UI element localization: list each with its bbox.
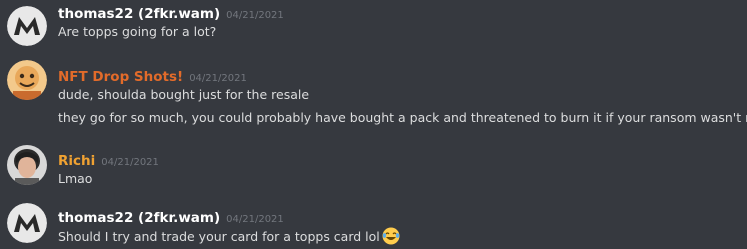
- message-text: Should I try and trade your card for a t…: [58, 229, 380, 244]
- timestamp: 04/21/2021: [189, 73, 247, 84]
- user-photo-avatar[interactable]: [7, 145, 47, 185]
- username[interactable]: Richi: [58, 153, 95, 169]
- message-text: dude, shoulda bought just for the resale: [58, 87, 310, 102]
- username[interactable]: thomas22 (2fkr.wam): [58, 6, 220, 22]
- username[interactable]: NFT Drop Shots!: [58, 69, 183, 85]
- wax-m-logo-icon[interactable]: [7, 203, 47, 243]
- timestamp: 04/21/2021: [101, 157, 159, 168]
- wax-m-logo-icon[interactable]: [7, 6, 47, 46]
- message-text: Lmao: [58, 171, 93, 186]
- timestamp: 04/21/2021: [226, 214, 284, 225]
- chat-message-list: thomas22 (2fkr.wam) 04/21/2021 Are topps …: [0, 0, 747, 249]
- username[interactable]: thomas22 (2fkr.wam): [58, 210, 220, 226]
- nft-drop-shots-avatar[interactable]: [7, 60, 47, 100]
- message-text: Are topps going for a lot?: [58, 24, 217, 39]
- message-text: they go for so much, you could probably …: [58, 110, 747, 125]
- timestamp: 04/21/2021: [226, 10, 284, 21]
- laughing-crying-emoji: [382, 227, 400, 245]
